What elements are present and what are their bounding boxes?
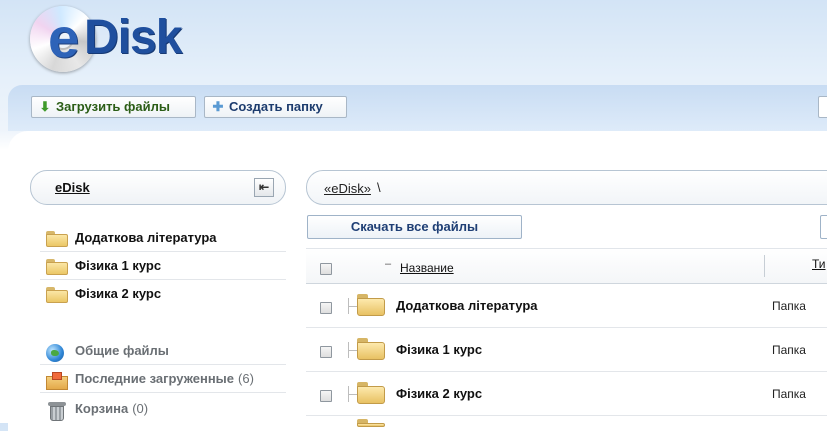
row-type: Папка (772, 343, 806, 357)
row-name[interactable]: Фізика 1 курс (396, 342, 482, 357)
folder-icon (46, 259, 68, 275)
folder-icon (46, 287, 68, 303)
sidebar-item-label: Фізика 2 курс (75, 286, 162, 301)
toolbar: ⬇ Загрузить файлы ✚ Создать папку (8, 85, 827, 131)
edisk-logo: e Disk (30, 4, 210, 74)
folder-icon (357, 294, 385, 316)
sidebar-header: eDisk ⇤ (30, 170, 286, 205)
upload-files-button[interactable]: ⬇ Загрузить файлы (31, 96, 196, 118)
table-row-partial (306, 417, 827, 427)
logo-e-glyph: e (48, 6, 79, 69)
sidebar-item-folder[interactable]: Додаткова література (40, 225, 286, 252)
sidebar-root-link[interactable]: eDisk (55, 180, 90, 195)
row-type: Папка (772, 387, 806, 401)
trash-icon (48, 402, 66, 422)
sidebar-item-label: Додаткова література (75, 230, 217, 245)
folder-icon (46, 231, 68, 247)
download-arrow-icon: ⬇ (39, 99, 51, 114)
table-row[interactable]: Фізика 1 курс Папка (306, 328, 827, 372)
plus-icon: ✚ (212, 99, 224, 114)
row-name[interactable]: Додаткова література (396, 298, 538, 313)
file-grid-header: – Название Ти (306, 248, 827, 284)
secondary-action-button[interactable] (820, 215, 827, 239)
folder-icon (357, 338, 385, 360)
folder-icon (357, 382, 385, 404)
column-header-type[interactable]: Ти (812, 257, 826, 271)
select-all-checkbox[interactable] (320, 263, 332, 275)
box-icon (46, 372, 68, 390)
column-header-name[interactable]: Название (400, 261, 454, 275)
sidebar-item-trash[interactable]: Корзина (0) (40, 396, 286, 423)
download-all-button[interactable]: Скачать все файлы (307, 215, 522, 239)
sidebar-item-folder[interactable]: Фізика 2 курс (40, 281, 286, 308)
create-folder-label: Создать папку (229, 99, 323, 114)
create-folder-button[interactable]: ✚ Создать папку (204, 96, 347, 118)
tree-connector (343, 298, 357, 314)
collapse-left-icon: ⇤ (258, 180, 270, 194)
sidebar-item-shared-files[interactable]: Общие файлы (40, 338, 286, 365)
collapse-sidebar-button[interactable]: ⇤ (254, 178, 274, 197)
logo-wordmark: Disk (84, 11, 182, 64)
breadcrumb-root-link[interactable]: «eDisk» (324, 181, 371, 196)
sort-indicator-icon: – (385, 258, 392, 270)
breadcrumb-separator: \ (377, 180, 381, 195)
folder-icon (357, 419, 385, 427)
sidebar-item-folder[interactable]: Фізика 1 курс (40, 253, 286, 280)
row-type: Папка (772, 299, 806, 313)
sidebar-item-label: Последние загруженные (75, 371, 235, 386)
trash-count: (0) (132, 401, 149, 416)
sidebar-item-label: Общие файлы (75, 343, 169, 358)
row-checkbox[interactable] (320, 390, 332, 402)
breadcrumb: «eDisk» \ (306, 170, 827, 205)
toolbar-right-button[interactable] (818, 96, 827, 118)
row-checkbox[interactable] (320, 346, 332, 358)
tree-connector (343, 386, 357, 402)
row-checkbox[interactable] (320, 302, 332, 314)
recent-count: (6) (238, 371, 254, 386)
upload-files-label: Загрузить файлы (56, 99, 170, 114)
sidebar-item-label: Фізика 1 курс (75, 258, 162, 273)
table-row[interactable]: Фізика 2 курс Папка (306, 372, 827, 416)
globe-icon (46, 344, 64, 362)
column-divider[interactable] (764, 255, 765, 277)
row-name[interactable]: Фізика 2 курс (396, 386, 482, 401)
sidebar-item-label: Корзина (75, 401, 129, 416)
tree-connector (343, 342, 357, 358)
table-row[interactable]: Додаткова література Папка (306, 284, 827, 328)
sidebar-item-recent-uploads[interactable]: Последние загруженные (6) (40, 366, 286, 393)
